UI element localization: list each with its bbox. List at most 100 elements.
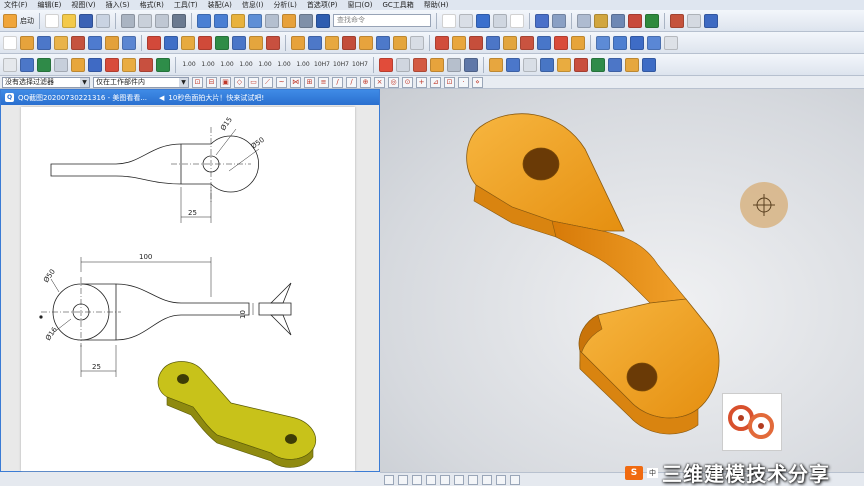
mirror-icon[interactable] <box>376 35 390 50</box>
feature-select-icon[interactable]: ▣ <box>220 76 231 88</box>
snap-point-icon[interactable] <box>670 13 684 28</box>
zoom-icon[interactable] <box>476 13 490 28</box>
background-color-icon[interactable] <box>510 13 524 28</box>
scale-body-icon[interactable] <box>469 35 483 50</box>
delete-icon[interactable] <box>172 13 186 28</box>
redo-icon[interactable] <box>214 13 228 28</box>
existing-point-icon[interactable]: · <box>458 76 469 88</box>
window-icon[interactable] <box>265 13 279 28</box>
pad-icon[interactable] <box>181 35 195 50</box>
menu-analysis[interactable]: 分析(L) <box>273 0 296 10</box>
menu-tools[interactable]: 工具(T) <box>174 0 198 10</box>
measure-icon[interactable] <box>611 13 625 28</box>
endpoint-snap-icon[interactable]: / <box>332 76 343 88</box>
section-view-icon[interactable] <box>645 13 659 28</box>
part-navigator-icon[interactable] <box>577 13 591 28</box>
motion-icon[interactable] <box>608 57 622 72</box>
cursor-snap-icon[interactable]: ⋄ <box>472 76 483 88</box>
cone-icon[interactable] <box>88 35 102 50</box>
cut-icon[interactable] <box>121 13 135 28</box>
delete-face-icon[interactable] <box>520 35 534 50</box>
selection-filter-dropdown[interactable]: 没有选择过滤器 ▼ <box>2 76 90 88</box>
circle-icon[interactable] <box>440 474 450 485</box>
sheet-metal-icon[interactable] <box>557 57 571 72</box>
menu-insert[interactable]: 插入(S) <box>106 0 130 10</box>
knowledge-icon[interactable] <box>625 57 639 72</box>
weld-icon[interactable] <box>489 57 503 72</box>
menu-info[interactable]: 信息(I) <box>242 0 264 10</box>
grid-icon[interactable] <box>3 57 17 72</box>
undo-icon[interactable] <box>197 13 211 28</box>
fit-button-1[interactable]: 10H7 <box>314 61 330 68</box>
mesh-surface-icon[interactable] <box>596 35 610 50</box>
menu-preferences[interactable]: 首选项(P) <box>307 0 338 10</box>
repeat-command-icon[interactable] <box>231 13 245 28</box>
menu-format[interactable]: 格式(R) <box>140 0 164 10</box>
show-hide-icon[interactable] <box>299 13 313 28</box>
subtract-icon[interactable] <box>249 35 263 50</box>
center-snap-icon[interactable]: ◎ <box>388 76 399 88</box>
fillet-icon[interactable] <box>454 474 464 485</box>
routing-icon[interactable] <box>506 57 520 72</box>
pocket-icon[interactable] <box>164 35 178 50</box>
wireframe-icon[interactable] <box>552 13 566 28</box>
fit-button-2[interactable]: 10H7 <box>333 61 349 68</box>
tolerance-button-4[interactable]: 1.00 <box>238 61 254 68</box>
drafting-tools-icon[interactable] <box>574 57 588 72</box>
drafting-icon[interactable] <box>122 57 136 72</box>
spreadsheet-icon[interactable] <box>523 57 537 72</box>
rectangle-icon[interactable] <box>468 474 478 485</box>
surface-icon[interactable] <box>554 35 568 50</box>
tolerance-button-6[interactable]: 1.00 <box>276 61 292 68</box>
image-viewer-window[interactable]: Q QQ截图20200730221316 - 美图看看... ◀ 10秒色面拍大… <box>0 89 380 472</box>
spline-icon[interactable] <box>496 474 506 485</box>
replace-face-icon[interactable] <box>503 35 517 50</box>
new-file-icon[interactable] <box>45 13 59 28</box>
sphere-icon[interactable] <box>105 35 119 50</box>
extrude-icon[interactable] <box>20 35 34 50</box>
layer-icon[interactable] <box>282 13 296 28</box>
revolve-icon[interactable] <box>37 35 51 50</box>
cylinder-icon[interactable] <box>71 35 85 50</box>
copy-icon[interactable] <box>138 13 152 28</box>
quadrant-snap-icon[interactable]: ⊙ <box>402 76 413 88</box>
grid-snap-icon[interactable] <box>442 13 456 28</box>
start-label[interactable]: 启动 <box>20 16 34 26</box>
swept-icon[interactable] <box>630 35 644 50</box>
intersection-snap-icon[interactable]: × <box>374 76 385 88</box>
pen-icon[interactable] <box>379 57 393 72</box>
point-on-face-icon[interactable]: ⊿ <box>430 76 441 88</box>
save-as-icon[interactable] <box>96 13 110 28</box>
block-icon[interactable] <box>54 35 68 50</box>
menu-help[interactable]: 帮助(H) <box>424 0 449 10</box>
orange-bracket-model[interactable] <box>380 89 864 486</box>
plm-icon[interactable] <box>642 57 656 72</box>
slot-icon[interactable] <box>198 35 212 50</box>
control-point-snap-icon[interactable]: ⊕ <box>360 76 371 88</box>
profile-icon[interactable] <box>398 474 408 485</box>
tolerance-button-7[interactable]: 1.00 <box>295 61 311 68</box>
paste-icon[interactable] <box>155 13 169 28</box>
fit-button-3[interactable]: 10H7 <box>352 61 368 68</box>
shell-icon[interactable] <box>325 35 339 50</box>
layer-settings-icon[interactable] <box>20 57 34 72</box>
edge-select-icon[interactable]: ⟋ <box>262 76 273 88</box>
arc-icon[interactable] <box>426 474 436 485</box>
hole-icon[interactable] <box>122 35 136 50</box>
arrow-icon[interactable] <box>464 57 478 72</box>
bounded-plane-icon[interactable] <box>664 35 678 50</box>
view-select-icon[interactable]: ⊞ <box>304 76 315 88</box>
trim-body-icon[interactable] <box>393 35 407 50</box>
cam-icon[interactable] <box>591 57 605 72</box>
line-icon[interactable] <box>412 474 422 485</box>
thicken-icon[interactable] <box>452 35 466 50</box>
measure-distance-icon[interactable] <box>447 57 461 72</box>
body-select-icon[interactable]: ◇ <box>234 76 245 88</box>
command-finder-icon[interactable] <box>316 13 330 28</box>
shaded-view-icon[interactable] <box>535 13 549 28</box>
intersect-select-icon[interactable]: ⋈ <box>290 76 301 88</box>
fit-view-icon[interactable] <box>459 13 473 28</box>
intersect-icon[interactable] <box>266 35 280 50</box>
menu-edit[interactable]: 编辑(E) <box>38 0 62 10</box>
mold-icon[interactable] <box>540 57 554 72</box>
